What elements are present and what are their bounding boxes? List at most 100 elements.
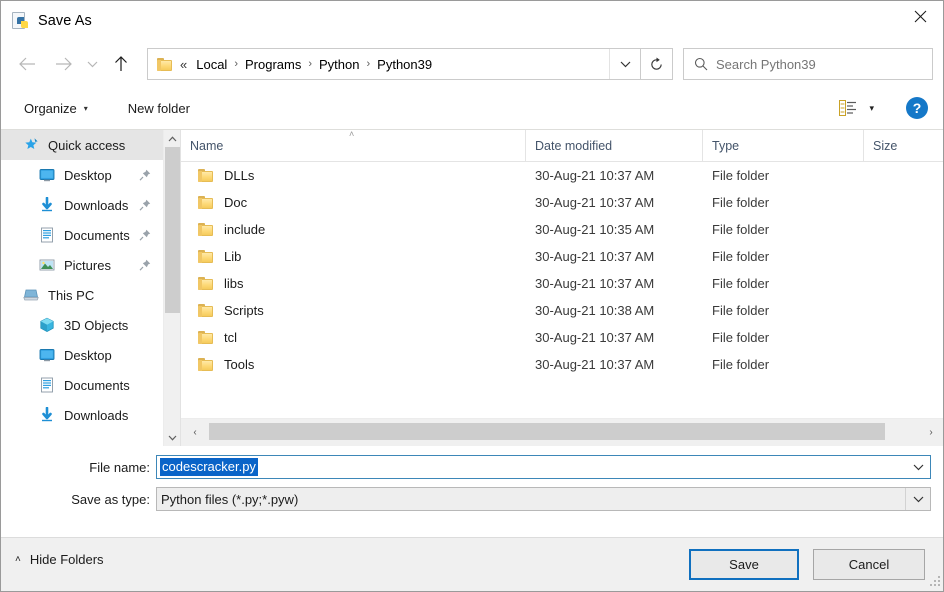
scroll-right-button[interactable]: › (917, 419, 944, 446)
change-view-button[interactable]: ▾ (839, 94, 874, 122)
title-bar: Save As (1, 1, 943, 41)
file-row-size (864, 243, 944, 270)
recent-locations-button[interactable] (81, 48, 103, 80)
sidebar-item-quick-access[interactable]: Quick access (1, 130, 163, 160)
organize-label: Organize (24, 101, 77, 116)
chevron-down-icon[interactable] (906, 456, 930, 478)
sidebar-item-documents[interactable]: Documents (1, 370, 163, 400)
sidebar-item-desktop[interactable]: Desktop (1, 160, 163, 190)
close-button[interactable] (897, 1, 943, 32)
pin-button[interactable] (139, 259, 151, 271)
resize-grip-icon[interactable] (930, 576, 942, 588)
file-row-type: File folder (703, 351, 864, 378)
column-header-date-modified[interactable]: Date modified (526, 130, 703, 161)
file-row-type: File folder (703, 270, 864, 297)
file-row-date: 30-Aug-21 10:37 AM (526, 189, 703, 216)
breadcrumb-overflow[interactable]: « (180, 57, 187, 72)
scroll-up-button[interactable] (164, 130, 180, 147)
table-row[interactable]: DLLs30-Aug-21 10:37 AMFile folder (181, 162, 944, 189)
search-input[interactable]: Search Python39 (683, 48, 933, 80)
downloads-icon (39, 407, 55, 423)
hscroll-thumb[interactable] (209, 423, 885, 440)
scroll-left-button[interactable]: ‹ (181, 419, 209, 446)
file-row-date: 30-Aug-21 10:35 AM (526, 216, 703, 243)
breadcrumb-item-python39[interactable]: Python39 (377, 57, 432, 72)
file-row-name-cell: Lib (181, 243, 526, 270)
file-name-input[interactable]: codescracker.py (156, 455, 931, 479)
address-dropdown-button[interactable] (609, 49, 640, 79)
save-as-type-label: Save as type: (1, 492, 156, 507)
sidebar-item-this-pc[interactable]: This PC (1, 280, 163, 310)
table-row[interactable]: Doc30-Aug-21 10:37 AMFile folder (181, 189, 944, 216)
cancel-button[interactable]: Cancel (813, 549, 925, 580)
folder-icon (198, 196, 214, 209)
file-row-type: File folder (703, 216, 864, 243)
hscroll-track[interactable] (209, 419, 917, 446)
column-header-name[interactable]: Name ˄ (181, 130, 526, 161)
breadcrumb-separator-3[interactable]: › (367, 58, 371, 70)
table-row[interactable]: Tools30-Aug-21 10:37 AMFile folder (181, 351, 944, 378)
breadcrumb-item-programs[interactable]: Programs (245, 57, 301, 72)
hide-folders-button[interactable]: ˄ Hide Folders (15, 552, 104, 567)
scroll-down-button[interactable] (164, 429, 180, 446)
navigation-pane-scrollbar[interactable] (163, 130, 180, 446)
breadcrumb-item-python[interactable]: Python (319, 57, 359, 72)
table-row[interactable]: tcl30-Aug-21 10:37 AMFile folder (181, 324, 944, 351)
pin-button[interactable] (139, 169, 151, 181)
arrow-right-icon (55, 57, 72, 71)
pin-icon[interactable] (139, 169, 151, 181)
help-button[interactable]: ? (906, 97, 928, 119)
file-row-type: File folder (703, 189, 864, 216)
this-pc-icon (23, 287, 39, 303)
file-row-size (864, 297, 944, 324)
table-row[interactable]: include30-Aug-21 10:35 AMFile folder (181, 216, 944, 243)
save-button[interactable]: Save (689, 549, 799, 580)
address-bar[interactable]: « › Local › Programs › Python › Python39 (147, 48, 641, 80)
file-list-horizontal-scrollbar[interactable]: ‹ › (181, 418, 944, 446)
up-button[interactable] (105, 48, 137, 80)
sidebar-item-downloads[interactable]: Downloads (1, 190, 163, 220)
sidebar-item-desktop[interactable]: Desktop (1, 340, 163, 370)
breadcrumb: « › Local › Programs › Python › Python39 (180, 57, 609, 72)
toolbar-right-group: ▾ ? (839, 94, 928, 122)
sidebar-item-downloads[interactable]: Downloads (1, 400, 163, 430)
sidebar-item-3d-objects[interactable]: 3D Objects (1, 310, 163, 340)
file-row-size (864, 324, 944, 351)
pin-button[interactable] (139, 229, 151, 241)
sidebar-item-pictures[interactable]: Pictures (1, 250, 163, 280)
file-row-name: Tools (224, 357, 254, 372)
breadcrumb-separator-1[interactable]: › (234, 58, 238, 70)
pin-icon[interactable] (139, 229, 151, 241)
table-row[interactable]: Lib30-Aug-21 10:37 AMFile folder (181, 243, 944, 270)
breadcrumb-item-local[interactable]: Local (196, 57, 227, 72)
file-list-pane: Name ˄ Date modified Type Size DLLs30-Au… (181, 130, 944, 446)
column-header-size-label: Size (873, 139, 897, 153)
sidebar-item-label: Desktop (64, 348, 112, 363)
column-header-type-label: Type (712, 139, 739, 153)
organize-button[interactable]: Organize ▾ (15, 94, 97, 122)
breadcrumb-separator-2[interactable]: › (308, 58, 312, 70)
back-button[interactable] (11, 48, 43, 80)
new-folder-button[interactable]: New folder (119, 94, 199, 122)
downloads-icon (39, 197, 55, 213)
refresh-button[interactable] (641, 48, 673, 80)
chevron-down-icon[interactable] (905, 488, 930, 510)
chevron-down-icon[interactable]: ▾ (869, 103, 874, 114)
scroll-track[interactable] (164, 147, 180, 429)
save-as-type-select[interactable]: Python files (*.py;*.pyw) (156, 487, 931, 511)
forward-button[interactable] (47, 48, 79, 80)
pin-icon[interactable] (139, 199, 151, 211)
table-row[interactable]: libs30-Aug-21 10:37 AMFile folder (181, 270, 944, 297)
table-row[interactable]: Scripts30-Aug-21 10:38 AMFile folder (181, 297, 944, 324)
downloads-icon (39, 197, 55, 213)
column-header-type[interactable]: Type (703, 130, 864, 161)
column-header-size[interactable]: Size (864, 130, 944, 161)
pin-icon[interactable] (139, 259, 151, 271)
file-row-name-cell: Tools (181, 351, 526, 378)
file-row-name-cell: include (181, 216, 526, 243)
sidebar-item-documents[interactable]: Documents (1, 220, 163, 250)
hide-folders-label: Hide Folders (30, 552, 104, 567)
scroll-thumb[interactable] (165, 147, 180, 313)
pin-button[interactable] (139, 199, 151, 211)
folder-icon (157, 58, 173, 71)
